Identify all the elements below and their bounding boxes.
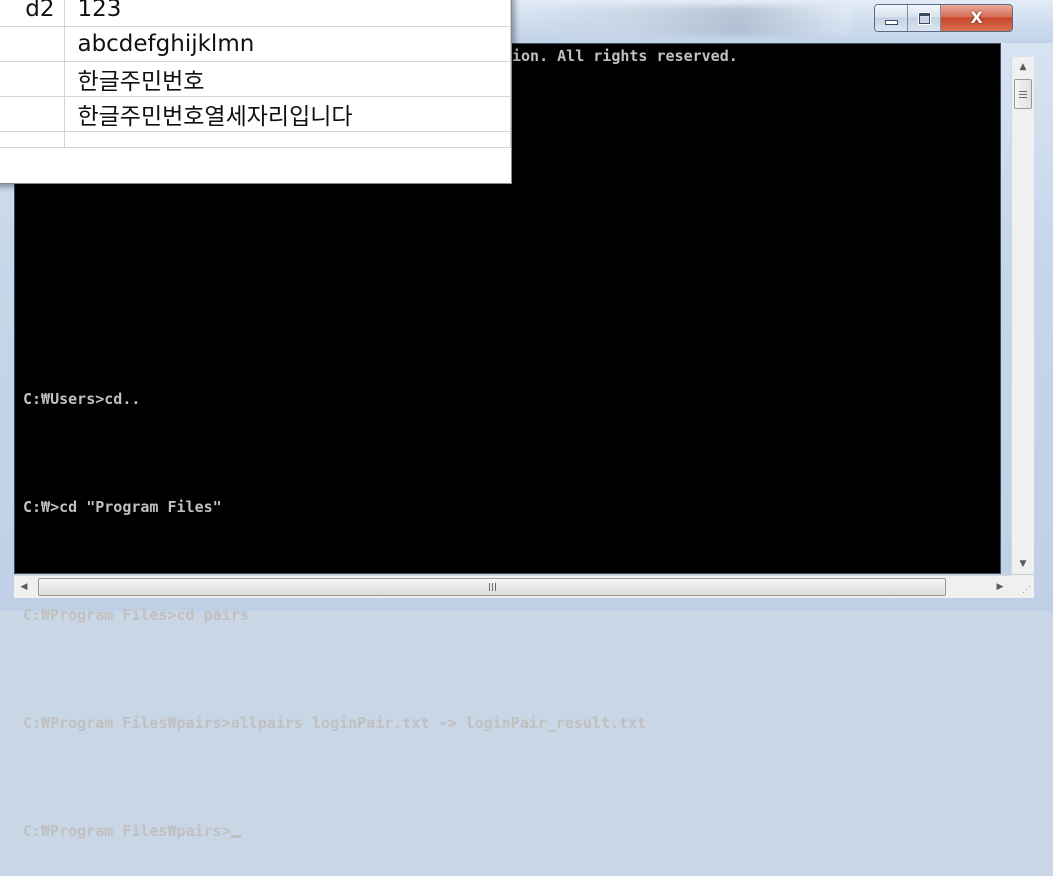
horizontal-scroll-thumb[interactable] — [38, 578, 946, 596]
resize-grip-icon: ⋰ — [1022, 585, 1031, 595]
close-button[interactable]: X — [941, 5, 1012, 31]
table-row: d2 123 — [0, 0, 511, 27]
console-line: C:₩>cd "Program Files" — [23, 498, 222, 516]
maximize-button[interactable] — [908, 5, 941, 31]
table-cell[interactable] — [0, 131, 66, 148]
table-cell[interactable]: 한글주민번호열세자리입니다 — [64, 96, 511, 132]
close-icon: X — [970, 8, 983, 27]
console-prompt-line: C:₩Program Files₩pairs> — [23, 822, 1000, 840]
table-cell[interactable] — [0, 96, 66, 132]
table-cell[interactable]: 한글주민번호 — [64, 61, 511, 97]
table-row: 한글주민번호 — [0, 61, 511, 97]
minimize-icon — [884, 19, 898, 25]
vertical-scroll-thumb[interactable] — [1014, 79, 1032, 109]
table-cell[interactable]: 123 — [64, 0, 511, 27]
table-cell[interactable] — [0, 26, 66, 62]
scroll-down-arrow-icon[interactable]: ▼ — [1012, 554, 1034, 574]
vertical-scrollbar[interactable]: ▲ ▼ — [1011, 57, 1034, 574]
copyright-text: ion. All rights reserved. — [512, 47, 738, 65]
table-row: abcdefghijklmn — [0, 26, 511, 62]
table-row: 한글주민번호열세자리입니다 — [0, 96, 511, 132]
horizontal-scrollbar[interactable]: ◀ ▶ — [14, 575, 1034, 598]
console-line: C:₩Users>cd.. — [23, 390, 141, 408]
table-cell[interactable]: abcdefghijklmn — [64, 26, 511, 62]
text-cursor — [230, 835, 241, 838]
scroll-left-arrow-icon[interactable]: ◀ — [14, 576, 34, 598]
table-row — [0, 131, 511, 148]
window-controls: X — [874, 4, 1013, 32]
minimize-button[interactable] — [875, 5, 908, 31]
console-line: C:₩Program Files₩pairs>allpairs loginPai… — [23, 714, 647, 732]
console-lines: C:₩Users>cd.. C:₩>cd "Program Files" C:₩… — [23, 84, 1000, 876]
grip-icon — [1019, 90, 1027, 98]
title-bar-blur — [520, 6, 850, 36]
scroll-right-arrow-icon[interactable]: ▶ — [990, 576, 1010, 598]
console-line: C:₩Program Files>cd pairs — [23, 606, 249, 624]
table-cell[interactable] — [0, 61, 66, 97]
table-cell[interactable] — [64, 131, 511, 148]
spreadsheet-table: d2 123 abcdefghijklmn 한글주민번호 한글주민번호열세자리입… — [0, 0, 511, 148]
table-cell[interactable]: d2 — [0, 0, 66, 27]
scroll-up-arrow-icon[interactable]: ▲ — [1012, 57, 1034, 77]
grip-icon — [488, 583, 496, 591]
spreadsheet-fragment: d2 123 abcdefghijklmn 한글주민번호 한글주민번호열세자리입… — [0, 0, 512, 184]
size-grip[interactable]: ⋰ — [1011, 575, 1034, 598]
console-prompt: C:₩Program Files₩pairs> — [23, 822, 231, 840]
maximize-icon — [918, 12, 930, 24]
